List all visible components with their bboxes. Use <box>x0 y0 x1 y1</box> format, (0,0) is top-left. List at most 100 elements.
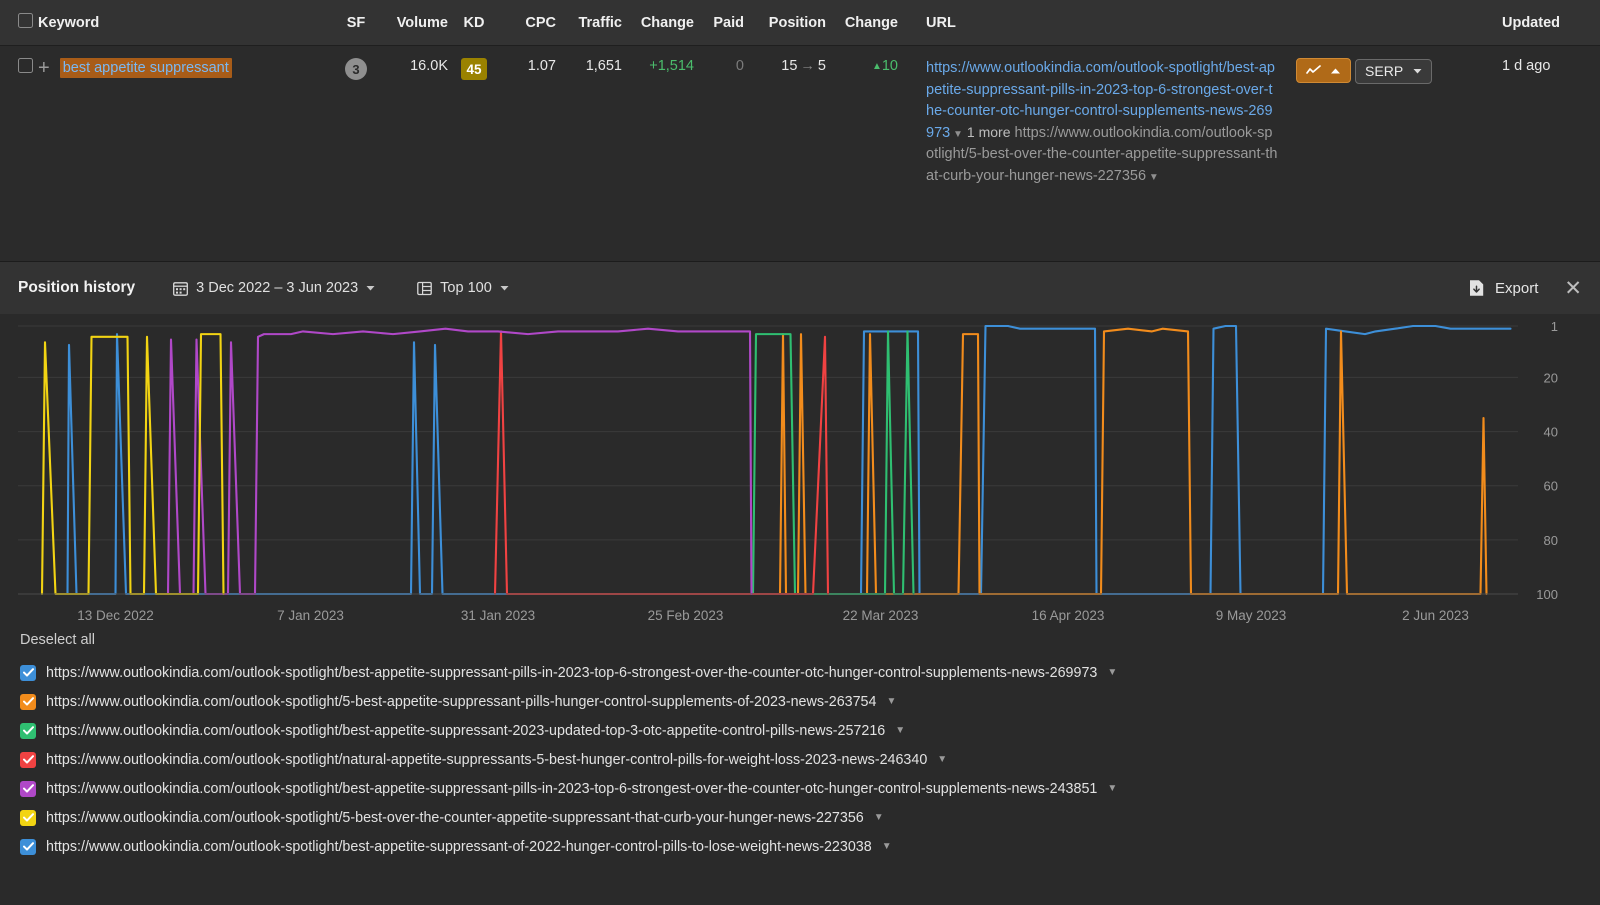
chevron-down-icon-legend[interactable]: ▼ <box>874 812 884 823</box>
legend-checkbox[interactable] <box>20 722 36 739</box>
position-history-toggle-button[interactable] <box>1296 58 1351 83</box>
sf-cell: 3 <box>330 58 382 80</box>
chevron-down-icon-2[interactable]: ▼ <box>1146 172 1159 183</box>
legend-checkbox[interactable] <box>20 693 36 710</box>
serp-label: SERP <box>1365 63 1404 79</box>
column-updated[interactable]: Updated <box>1478 15 1600 31</box>
updated-value: 1 d ago <box>1502 58 1551 74</box>
legend-item[interactable]: https://www.outlookindia.com/outlook-spo… <box>20 658 1600 687</box>
y-axis-tick: 1 <box>1551 319 1558 334</box>
legend-url[interactable]: https://www.outlookindia.com/outlook-spo… <box>46 694 876 710</box>
column-paid[interactable]: Paid <box>694 15 744 31</box>
legend-url[interactable]: https://www.outlookindia.com/outlook-spo… <box>46 665 1097 681</box>
check-icon <box>22 726 34 735</box>
column-cpc[interactable]: CPC <box>500 15 556 31</box>
row-select-cell[interactable] <box>0 58 38 77</box>
position-history-panel: Position history 3 Dec 2022 – 3 Jun 2023 <box>0 261 1600 861</box>
column-traffic-change[interactable]: Change <box>622 15 694 31</box>
legend-checkbox[interactable] <box>20 780 36 797</box>
legend-item[interactable]: https://www.outlookindia.com/outlook-spo… <box>20 832 1600 861</box>
legend-checkbox[interactable] <box>20 664 36 681</box>
position-to: 5 <box>817 58 826 74</box>
chevron-down-icon-legend[interactable]: ▼ <box>895 725 905 736</box>
y-axis-tick: 100 <box>1536 587 1558 602</box>
legend-item[interactable]: https://www.outlookindia.com/outlook-spo… <box>20 716 1600 745</box>
top-filter-dropdown[interactable]: Top 100 <box>417 280 509 296</box>
column-traffic[interactable]: Traffic <box>556 15 622 31</box>
chevron-down-icon-legend[interactable]: ▼ <box>886 696 896 707</box>
keyword-table-header: Keyword SF Volume KD CPC Traffic Change … <box>0 0 1600 46</box>
keyword-text[interactable]: best appetite suppressant <box>59 58 232 78</box>
x-axis-tick: 16 Apr 2023 <box>1032 608 1105 623</box>
column-url[interactable]: URL <box>898 15 1278 31</box>
traffic-value: 1,651 <box>585 58 622 74</box>
check-icon <box>22 813 34 822</box>
x-axis-tick: 9 May 2023 <box>1216 608 1287 623</box>
chevron-down-icon-legend[interactable]: ▼ <box>1107 783 1117 794</box>
chevron-down-icon-date <box>366 286 375 291</box>
position-from: 15 <box>781 58 798 74</box>
x-axis-tick: 2 Jun 2023 <box>1402 608 1469 623</box>
export-button[interactable]: Export <box>1468 279 1538 297</box>
chevron-down-icon-serp <box>1413 69 1422 74</box>
position-history-title: Position history <box>18 279 136 296</box>
deselect-all-button[interactable]: Deselect all <box>20 632 1600 648</box>
volume-value: 16.0K <box>410 58 448 74</box>
kd-cell: 45 <box>448 58 500 80</box>
legend-item[interactable]: https://www.outlookindia.com/outlook-spo… <box>20 687 1600 716</box>
url-cell: https://www.outlookindia.com/outlook-spo… <box>898 58 1278 187</box>
chart-series-line <box>493 330 830 596</box>
y-axis-tick: 80 <box>1544 533 1558 548</box>
more-urls-label[interactable]: 1 more <box>967 124 1011 140</box>
position-change-value: 10 <box>881 58 898 74</box>
legend-url[interactable]: https://www.outlookindia.com/outlook-spo… <box>46 810 864 826</box>
traffic-change-value: +1,514 <box>649 58 694 74</box>
y-axis-tick: 40 <box>1544 425 1558 440</box>
legend-checkbox[interactable] <box>20 809 36 826</box>
line-chart-icon <box>1306 65 1321 74</box>
serp-button[interactable]: SERP <box>1355 58 1433 84</box>
date-range-label: 3 Dec 2022 – 3 Jun 2023 <box>196 280 359 296</box>
date-range-picker[interactable]: 3 Dec 2022 – 3 Jun 2023 <box>173 280 375 296</box>
legend-item[interactable]: https://www.outlookindia.com/outlook-spo… <box>20 803 1600 832</box>
column-sf[interactable]: SF <box>330 15 382 31</box>
check-icon <box>22 784 34 793</box>
select-all-checkbox[interactable] <box>18 13 33 28</box>
chart-series-line <box>166 327 753 596</box>
table-icon <box>417 281 433 295</box>
close-icon[interactable]: ✕ <box>1564 278 1582 299</box>
column-position[interactable]: Position <box>744 15 826 31</box>
chevron-down-icon[interactable]: ▼ <box>950 129 963 140</box>
cpc-value: 1.07 <box>527 58 556 74</box>
column-position-change[interactable]: Change <box>826 15 898 31</box>
check-icon <box>22 697 34 706</box>
legend-checkbox[interactable] <box>20 838 36 855</box>
legend-url[interactable]: https://www.outlookindia.com/outlook-spo… <box>46 752 927 768</box>
position-arrow-icon: → <box>800 58 815 74</box>
kd-badge: 45 <box>461 58 487 80</box>
position-cell: 15 → 5 <box>744 58 826 74</box>
column-keyword[interactable]: Keyword <box>38 15 330 31</box>
check-icon <box>22 668 34 677</box>
select-all-cell[interactable] <box>0 13 38 32</box>
legend-url[interactable]: https://www.outlookindia.com/outlook-spo… <box>46 781 1097 797</box>
x-axis-tick: 13 Dec 2022 <box>77 608 154 623</box>
legend-item[interactable]: https://www.outlookindia.com/outlook-spo… <box>20 774 1600 803</box>
legend-rows: https://www.outlookindia.com/outlook-spo… <box>20 658 1600 861</box>
column-kd[interactable]: KD <box>448 15 500 31</box>
chevron-down-icon-legend[interactable]: ▼ <box>937 754 947 765</box>
legend-url[interactable]: https://www.outlookindia.com/outlook-spo… <box>46 839 872 855</box>
expand-plus-icon[interactable]: + <box>38 58 50 78</box>
legend-url[interactable]: https://www.outlookindia.com/outlook-spo… <box>46 723 885 739</box>
row-actions-cell: SERP <box>1278 58 1478 84</box>
row-checkbox[interactable] <box>18 58 33 73</box>
x-axis-tick: 31 Jan 2023 <box>461 608 535 623</box>
chart-series-line <box>751 330 915 596</box>
keyword-table: Keyword SF Volume KD CPC Traffic Change … <box>0 0 1600 261</box>
chevron-down-icon-legend[interactable]: ▼ <box>882 841 892 852</box>
chart-svg: 1 20 40 60 80 100 13 Dec 2022 7 Jan 2023 31 Jan … <box>18 319 1558 623</box>
column-volume[interactable]: Volume <box>382 15 448 31</box>
legend-checkbox[interactable] <box>20 751 36 768</box>
legend-item[interactable]: https://www.outlookindia.com/outlook-spo… <box>20 745 1600 774</box>
chevron-down-icon-legend[interactable]: ▼ <box>1107 667 1117 678</box>
